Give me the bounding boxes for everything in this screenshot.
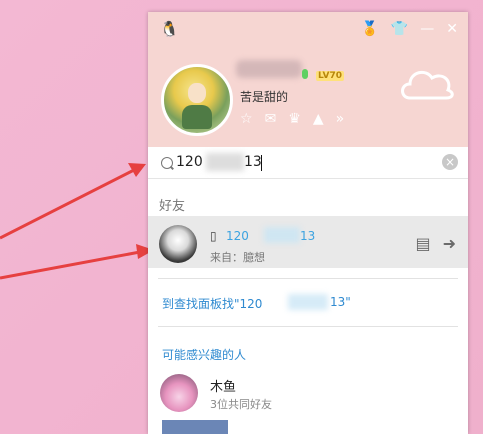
- friend-name-blur: [264, 227, 300, 243]
- level-badge: LV70: [316, 71, 344, 81]
- star-icon[interactable]: ☆: [240, 111, 253, 127]
- nickname: 苦是甜的: [240, 90, 289, 104]
- qq-panel: 🐧 🏅 👕 — ✕ LV70 苦是甜的 ☆ ✉ ♛ ▲ » 120 13 × 好…: [148, 12, 468, 434]
- arrow-to-search-icon: [0, 168, 135, 240]
- recommend-mutual: 3位共同好友: [210, 398, 272, 411]
- tent-icon[interactable]: ▲: [313, 111, 324, 127]
- crown-icon[interactable]: ♛: [288, 111, 301, 127]
- arrow-right-icon[interactable]: ➜: [443, 234, 456, 253]
- mail-icon[interactable]: ✉: [265, 111, 277, 127]
- window-controls: 🏅 👕 — ✕: [361, 21, 458, 37]
- recommend-section-title: 可能感兴趣的人: [162, 348, 247, 362]
- recommend-avatar[interactable]: [160, 374, 198, 412]
- more-icon[interactable]: »: [336, 111, 345, 127]
- find-more-link[interactable]: 到查找面板找"120: [162, 295, 262, 312]
- shirt-icon[interactable]: 👕: [391, 21, 408, 37]
- close-icon[interactable]: ✕: [446, 21, 458, 37]
- divider: [158, 278, 458, 279]
- row-actions: ▤ ➜: [415, 234, 456, 253]
- profile-toolbar: ☆ ✉ ♛ ▲ »: [240, 111, 344, 127]
- bottom-thumbnail: [162, 420, 228, 434]
- search-input[interactable]: 120: [176, 154, 203, 170]
- friends-section-title: 好友: [159, 199, 186, 214]
- search-icon: [161, 157, 173, 169]
- divider: [158, 326, 458, 327]
- search-blur: [206, 153, 244, 171]
- minimize-icon[interactable]: —: [420, 21, 434, 37]
- avatar-face: [188, 83, 206, 103]
- search-bar[interactable]: 120 13 ×: [148, 147, 468, 179]
- avatar[interactable]: [161, 64, 233, 136]
- find-more-link-suffix[interactable]: 13": [330, 295, 351, 309]
- profile-header: 🐧 🏅 👕 — ✕ LV70 苦是甜的 ☆ ✉ ♛ ▲ »: [148, 12, 468, 147]
- friend-avatar: [159, 225, 197, 263]
- clear-search-icon[interactable]: ×: [442, 154, 458, 170]
- avatar-body: [182, 105, 212, 129]
- arrow-to-friend-icon: [0, 250, 141, 280]
- weather-cloud-icon[interactable]: [398, 64, 456, 106]
- blurred-account-name: [236, 60, 302, 78]
- link-blur: [288, 294, 328, 310]
- status-indicator: [302, 69, 308, 79]
- search-input-suffix: 13: [244, 154, 262, 170]
- phone-icon: ▯: [210, 229, 217, 243]
- medal-icon[interactable]: 🏅: [361, 21, 378, 37]
- friend-name-prefix: 120: [226, 229, 249, 243]
- penguin-icon: 🐧: [160, 20, 179, 38]
- profile-card-icon[interactable]: ▤: [415, 234, 430, 253]
- recommend-name[interactable]: 木鱼: [210, 376, 236, 395]
- friend-name-suffix: 13: [300, 229, 316, 243]
- text-caret: [261, 155, 262, 171]
- friend-result-row[interactable]: ▯ 120 13 来自：臆想 ▤ ➜: [148, 216, 468, 268]
- friend-source: 来自：臆想: [210, 251, 265, 264]
